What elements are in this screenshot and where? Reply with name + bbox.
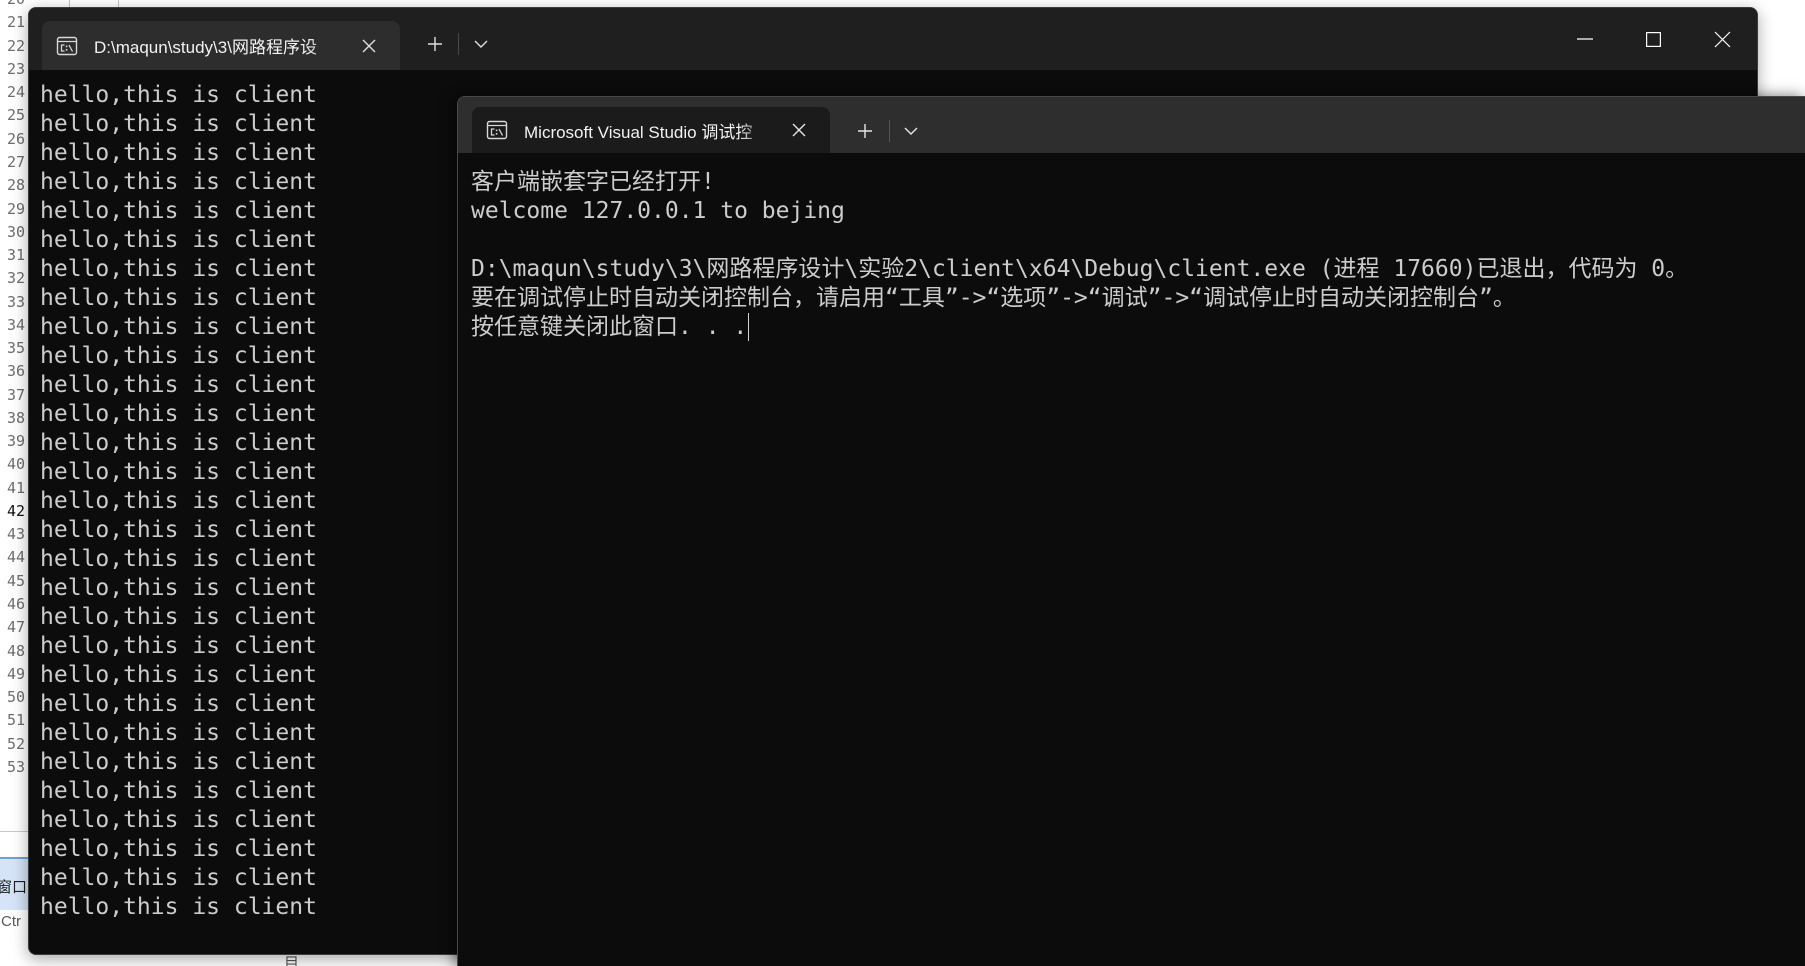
tab-server-console[interactable]: D:\maqun\study\3\网路程序设 [42, 21, 400, 70]
maximize-icon [1646, 31, 1661, 47]
plus-icon [857, 123, 873, 139]
line-number: 53 [6, 757, 25, 776]
console-icon [486, 120, 508, 140]
line-number: 46 [6, 595, 25, 614]
line-number: 33 [6, 292, 25, 311]
line-number: 21 [6, 13, 25, 32]
title-bar[interactable]: D:\maqun\study\3\网路程序设 [29, 8, 1757, 70]
tab-close-button[interactable] [784, 115, 814, 145]
minimize-button[interactable] [1550, 8, 1619, 70]
line-number: 25 [6, 106, 25, 125]
status-text-fragment: 目 [284, 955, 300, 966]
line-number: 35 [6, 339, 25, 358]
tab-close-button[interactable] [354, 31, 384, 61]
tab-dropdown-button[interactable] [896, 114, 926, 148]
line-number: 42 [6, 501, 25, 520]
line-number-gutter: 20 21 22 23 24 25 26 27 28 29 30 31 32 33 34 35 36 37 38 39… [0, 0, 25, 779]
line-number: 29 [6, 199, 25, 218]
window-menu-label[interactable]: 窗口 [0, 879, 27, 896]
new-tab-button[interactable] [846, 114, 884, 148]
close-icon [1714, 31, 1731, 48]
output-line-prompt: 按任意键关闭此窗口. . . [471, 312, 1805, 342]
output-line: D:\maqun\study\3\网路程序设计\实验2\client\x64\D… [471, 255, 1689, 282]
shortcut-hint-fragment: Ctr [1, 913, 21, 930]
line-number: 23 [6, 59, 25, 78]
plus-icon [427, 36, 443, 52]
minimize-icon [1576, 38, 1593, 40]
line-number: 48 [6, 641, 25, 660]
output-line: 要在调试停止时自动关闭控制台，请启用“工具”->“选项”->“调试”->“调试停… [471, 284, 1516, 311]
window-controls [1550, 8, 1757, 70]
console-icon [56, 36, 78, 56]
debug-console-window[interactable]: Microsoft Visual Studio 调试控 客户端嵌套字已经打开! … [457, 96, 1805, 966]
chevron-down-icon [474, 40, 488, 48]
close-icon [792, 123, 806, 137]
line-number: 49 [6, 664, 25, 683]
output-line-text: 按任意键关闭此窗口. . . [471, 313, 748, 340]
close-icon [362, 39, 376, 53]
tab-debug-console[interactable]: Microsoft Visual Studio 调试控 [472, 107, 830, 153]
line-number: 40 [6, 455, 25, 474]
line-number: 20 [0, 0, 25, 11]
maximize-button[interactable] [1619, 8, 1688, 70]
line-number: 41 [6, 478, 25, 497]
line-number: 22 [6, 36, 25, 55]
bottom-panel: 窗口 [0, 857, 28, 910]
tab-button-divider [458, 33, 459, 55]
tab-title: Microsoft Visual Studio 调试控 [524, 122, 753, 142]
line-number: 43 [6, 525, 25, 544]
line-number: 26 [6, 129, 25, 148]
editor-guide-line [69, 0, 70, 7]
output-line: 客户端嵌套字已经打开! [471, 168, 715, 195]
line-number: 52 [6, 734, 25, 753]
title-bar[interactable]: Microsoft Visual Studio 调试控 [458, 97, 1805, 153]
line-number: 39 [6, 432, 25, 451]
chevron-down-icon [904, 127, 918, 135]
line-number: 32 [6, 269, 25, 288]
line-number: 50 [6, 688, 25, 707]
text-cursor [748, 312, 750, 341]
line-number: 51 [6, 711, 25, 730]
line-number: 37 [6, 385, 25, 404]
line-number: 27 [6, 152, 25, 171]
tab-dropdown-button[interactable] [466, 27, 496, 61]
line-number: 38 [6, 408, 25, 427]
line-number: 28 [6, 176, 25, 195]
line-number: 30 [6, 222, 25, 241]
line-number: 31 [6, 246, 25, 265]
line-number: 47 [6, 618, 25, 637]
line-number: 36 [6, 362, 25, 381]
editor-guide-line [118, 0, 119, 7]
editor-divider [0, 831, 28, 832]
close-window-button[interactable] [1688, 8, 1757, 70]
line-number: 45 [6, 571, 25, 590]
terminal-output[interactable]: 客户端嵌套字已经打开! welcome 127.0.0.1 to bejing … [458, 153, 1805, 966]
line-number: 44 [6, 548, 25, 567]
tab-title: D:\maqun\study\3\网路程序设 [94, 38, 317, 57]
line-number: 34 [6, 315, 25, 334]
tab-button-divider [889, 120, 890, 142]
line-number: 24 [6, 83, 25, 102]
output-line: welcome 127.0.0.1 to bejing [471, 197, 845, 224]
new-tab-button[interactable] [416, 27, 454, 61]
